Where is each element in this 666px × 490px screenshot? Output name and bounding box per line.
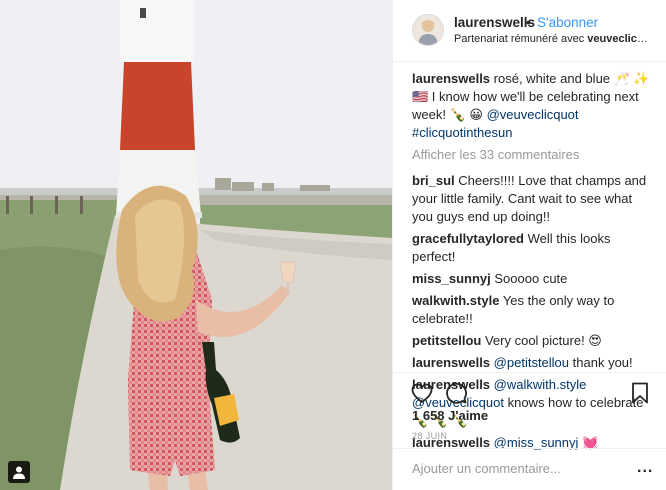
avatar-image	[413, 15, 443, 45]
likes-count[interactable]: 1 658 J'aime	[412, 408, 488, 423]
comment-text: Very cool picture! 😍	[484, 333, 602, 348]
bookmark-icon[interactable]	[628, 381, 652, 405]
comment-username[interactable]: petitstellou	[412, 333, 481, 348]
action-bar	[393, 372, 666, 412]
follow-button[interactable]: S'abonner	[537, 15, 598, 30]
partnership-brand-link[interactable]: veuveclicquot	[587, 33, 654, 45]
add-comment-input[interactable]	[412, 457, 612, 479]
comment-item: miss_sunnyj Sooooo cute	[412, 270, 654, 288]
post-date[interactable]: 28 JUIN	[412, 431, 447, 441]
person-tag-icon[interactable]	[8, 461, 30, 483]
caption-mention[interactable]: @veuveclicquot	[487, 107, 579, 122]
more-options-icon[interactable]: ...	[637, 459, 653, 477]
avatar[interactable]	[412, 14, 444, 46]
comment-item: petitstellou Very cool picture! 😍	[412, 332, 654, 350]
heart-icon[interactable]	[410, 381, 434, 405]
caption: laurenswells rosé, white and blue 🥂 ✨ 🇺🇸…	[412, 70, 654, 142]
comment-item: laurenswells @petitstellou thank you!	[412, 354, 654, 372]
post-sidebar: laurenswells • S'abonner Partenariat rém…	[392, 0, 666, 490]
header-separator: •	[526, 15, 531, 30]
partnership-prefix: Partenariat rémunéré avec	[454, 33, 585, 45]
comment-username[interactable]: miss_sunnyj	[412, 271, 491, 286]
caption-username[interactable]: laurenswells	[412, 71, 490, 86]
view-all-comments-link[interactable]: Afficher les 33 commentaires	[412, 146, 654, 164]
comment-username[interactable]: walkwith.style	[412, 293, 499, 308]
comment-item: gracefullytaylored Well this looks perfe…	[412, 230, 654, 266]
post-photo[interactable]	[0, 0, 392, 490]
comment-item: bri_sul Cheers!!!! Love that champs and …	[412, 172, 654, 226]
comment-mention[interactable]: @petitstellou	[494, 355, 569, 370]
comment-username[interactable]: gracefullytaylored	[412, 231, 524, 246]
person-silhouette-icon	[13, 466, 25, 479]
comment-text: Sooooo cute	[494, 271, 568, 286]
partnership-label: Partenariat rémunéré avec veuveclicquot	[454, 33, 654, 45]
comment-text: thank you!	[572, 355, 633, 370]
add-comment-bar: ...	[393, 448, 666, 490]
comment-item: walkwith.style Yes the only way to celeb…	[412, 292, 654, 328]
header-username[interactable]: laurenswells	[454, 15, 535, 30]
comment-bubble-icon[interactable]	[444, 381, 468, 405]
comment-username[interactable]: laurenswells	[412, 355, 490, 370]
comment-username[interactable]: bri_sul	[412, 173, 455, 188]
photo-scene	[0, 0, 392, 490]
post-header: laurenswells • S'abonner Partenariat rém…	[393, 0, 666, 62]
caption-hashtag[interactable]: #clicquotinthesun	[412, 125, 512, 140]
